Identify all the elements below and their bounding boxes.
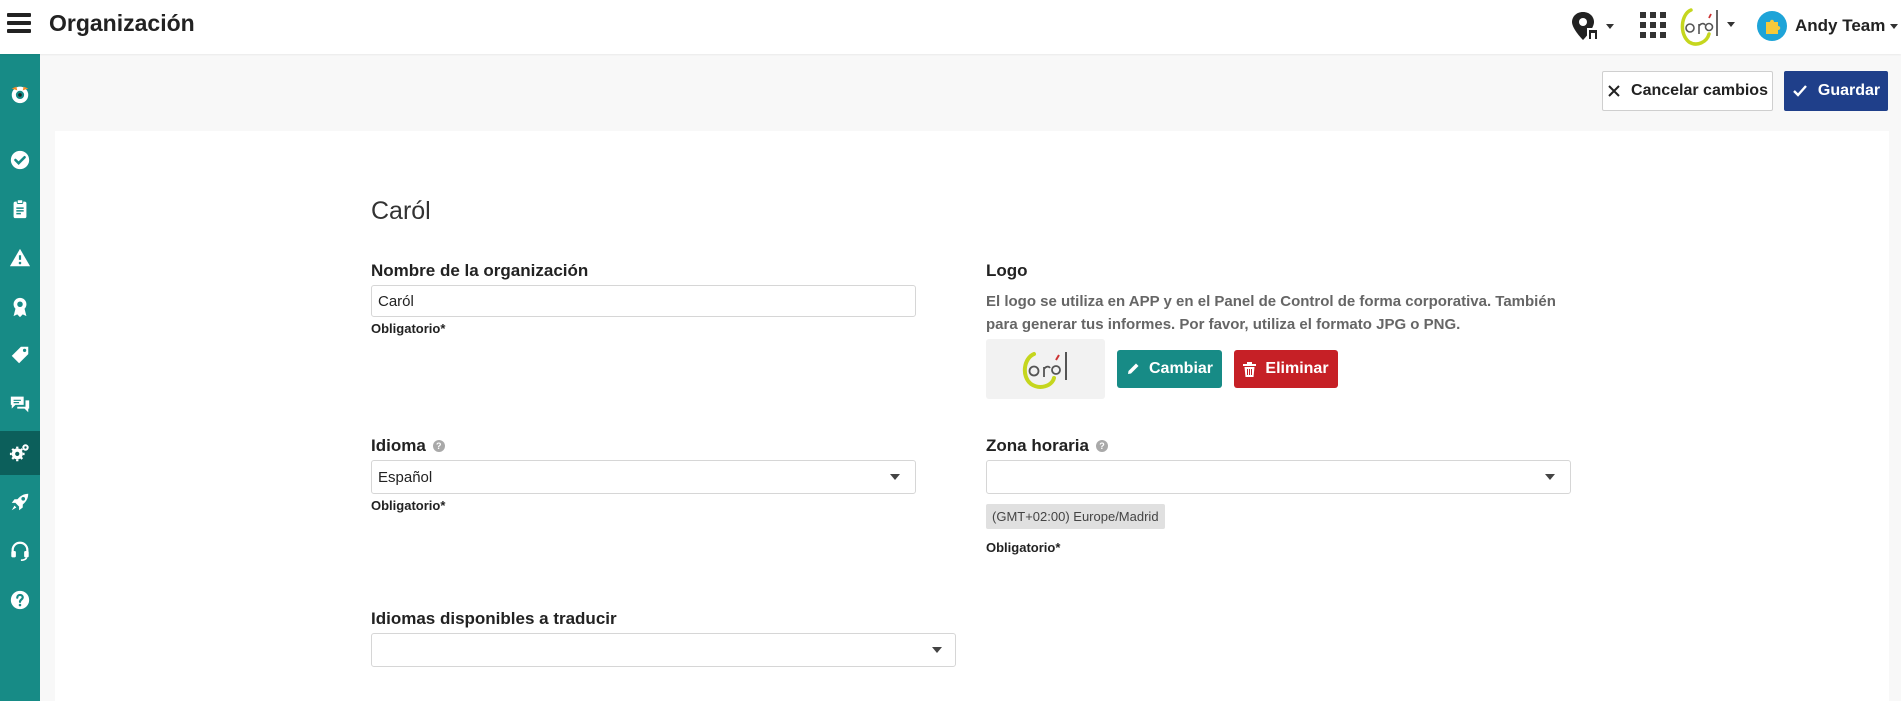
headset-icon: [11, 541, 29, 561]
sidebar-item-home[interactable]: [0, 72, 40, 116]
translate-languages-label: Idiomas disponibles a traducir: [371, 609, 617, 629]
help-icon[interactable]: ?: [1095, 440, 1108, 452]
chevron-down-icon: [1545, 474, 1555, 480]
chevron-down-icon: [932, 647, 942, 653]
top-bar: Organización Andy Team: [0, 0, 1901, 54]
language-label: Idioma ?: [371, 436, 445, 456]
logo-description: El logo se utiliza en APP y en el Panel …: [986, 293, 1556, 333]
chevron-down-icon: [1606, 24, 1614, 29]
logo-label-text: Logo: [986, 261, 1028, 280]
translate-languages-label-text: Idiomas disponibles a traducir: [371, 609, 617, 628]
check-circle-icon: [10, 150, 30, 170]
apps-grid-icon[interactable]: [1640, 12, 1666, 38]
timezone-required: Obligatorio*: [986, 540, 1061, 555]
mascot-icon: [11, 86, 29, 104]
location-selector-button[interactable]: [1570, 10, 1616, 42]
sidebar-item-incidents[interactable]: [0, 236, 40, 280]
check-icon: [1793, 85, 1807, 97]
help-icon[interactable]: ?: [432, 440, 445, 452]
cancel-changes-button[interactable]: Cancelar cambios: [1602, 71, 1773, 111]
sidebar-item-messages[interactable]: [0, 382, 40, 426]
brand-logo-icon: [1680, 8, 1718, 46]
chevron-down-icon: [890, 474, 900, 480]
trash-icon: [1243, 361, 1257, 377]
section-title: Caról: [371, 197, 431, 225]
clipboard-icon: [13, 199, 27, 219]
hamburger-menu-icon[interactable]: [7, 13, 31, 35]
timezone-tag: (GMT+02:00) Europe/Madrid: [986, 504, 1165, 529]
logo-label: Logo: [986, 261, 1028, 281]
organization-form-card: [55, 131, 1889, 701]
sidebar-item-launch[interactable]: [0, 480, 40, 524]
tag-icon: [11, 346, 29, 364]
translate-languages-select[interactable]: [371, 633, 956, 667]
save-label: Guardar: [1817, 82, 1881, 99]
chevron-down-icon: [1727, 22, 1735, 27]
change-logo-label: Cambiar: [1148, 360, 1214, 377]
sidebar-item-audits[interactable]: [0, 187, 40, 231]
warning-icon: [9, 248, 31, 267]
language-label-text: Idioma: [371, 436, 426, 455]
help-circle-icon: [10, 590, 30, 610]
location-pin-icon: [1572, 12, 1599, 40]
organization-switcher[interactable]: [1677, 4, 1735, 48]
sidebar-item-settings[interactable]: [0, 431, 40, 475]
puzzle-icon: [1766, 19, 1781, 34]
close-icon: [1608, 85, 1620, 97]
sidebar-item-help[interactable]: [0, 578, 40, 622]
avatar: [1757, 11, 1787, 41]
org-name-required: Obligatorio*: [371, 321, 446, 336]
brand-logo-icon: [1022, 352, 1067, 389]
sidebar-item-tags[interactable]: [0, 333, 40, 377]
cancel-changes-label: Cancelar cambios: [1631, 82, 1768, 99]
sidebar-item-support[interactable]: [0, 529, 40, 573]
timezone-label-text: Zona horaria: [986, 436, 1089, 455]
page-title: Organización: [49, 10, 195, 36]
user-name: Andy Team: [1795, 16, 1886, 35]
change-logo-button[interactable]: Cambiar: [1117, 350, 1222, 388]
language-required: Obligatorio*: [371, 498, 446, 513]
logo-preview: [986, 339, 1105, 399]
delete-logo-button[interactable]: Eliminar: [1234, 350, 1338, 388]
language-select-value: Español: [378, 468, 433, 486]
chat-icon: [10, 396, 30, 413]
org-name-label: Nombre de la organización: [371, 261, 588, 281]
user-menu[interactable]: Andy Team: [1757, 10, 1899, 42]
timezone-label: Zona horaria ?: [986, 436, 1108, 456]
rocket-icon: [11, 493, 29, 511]
delete-logo-label: Eliminar: [1265, 360, 1329, 377]
timezone-select[interactable]: [986, 460, 1571, 494]
chevron-down-icon: [1890, 23, 1899, 29]
award-icon: [13, 297, 27, 318]
org-name-input[interactable]: [371, 285, 916, 317]
sidebar-item-tasks[interactable]: [0, 138, 40, 182]
sidebar-item-certifications[interactable]: [0, 285, 40, 329]
org-name-label-text: Nombre de la organización: [371, 261, 589, 280]
pencil-icon: [1127, 363, 1139, 374]
save-button[interactable]: Guardar: [1784, 71, 1888, 111]
sidebar: [0, 54, 40, 701]
gears-icon: [9, 444, 29, 462]
language-select[interactable]: Español: [371, 460, 916, 494]
